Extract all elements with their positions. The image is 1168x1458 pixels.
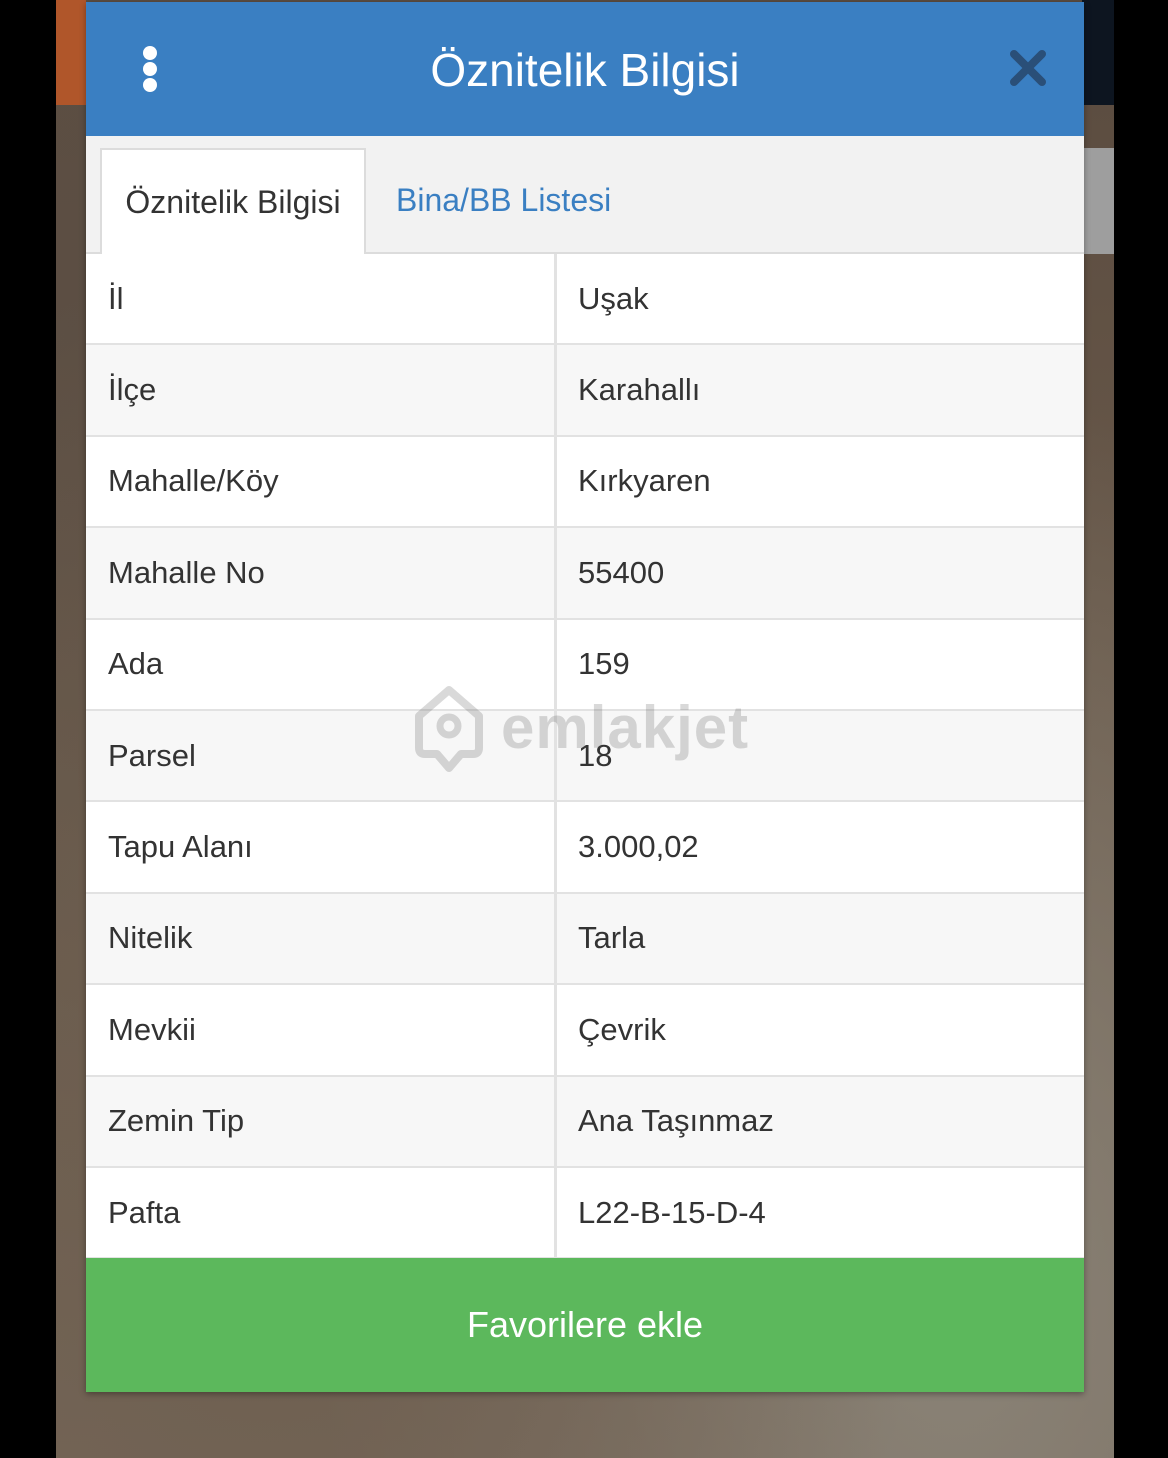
add-to-favorites-button[interactable]: Favorilere ekle <box>86 1258 1084 1392</box>
row-key: Tapu Alanı <box>108 829 253 865</box>
table-row: Zemin Tip Ana Taşınmaz <box>86 1076 1084 1168</box>
row-key: Mevkii <box>108 1011 196 1047</box>
dialog-title: Öznitelik Bilgisi <box>430 44 740 96</box>
row-value: Tarla <box>578 920 646 956</box>
row-value: Karahallı <box>578 372 701 408</box>
row-key: Zemin Tip <box>108 1103 245 1139</box>
attribute-info-dialog: Öznitelik Bilgisi Öznitelik Bilgisi Bina… <box>86 2 1084 1392</box>
map-edge-right <box>1082 0 1114 105</box>
close-icon[interactable] <box>1008 48 1048 88</box>
row-value: Kırkyaren <box>578 463 711 499</box>
row-value: 55400 <box>578 554 665 590</box>
tab-building-list[interactable]: Bina/BB Listesi <box>396 148 611 252</box>
row-key: Mahalle/Köy <box>108 463 279 499</box>
table-row: İl Uşak <box>86 254 1084 346</box>
table-row: Mahalle/Köy Kırkyaren <box>86 436 1084 529</box>
table-row: Nitelik Tarla <box>86 893 1084 986</box>
row-key: İl <box>108 280 124 316</box>
table-row: Parsel 18 <box>86 710 1084 803</box>
row-key: Parsel <box>108 737 196 773</box>
row-key: Mahalle No <box>108 554 265 590</box>
map-edge-left <box>56 0 86 105</box>
row-value: Çevrik <box>578 1011 666 1047</box>
row-key: İlçe <box>108 372 157 408</box>
table-row: Mevkii Çevrik <box>86 985 1084 1077</box>
row-value: 159 <box>578 646 630 682</box>
row-key: Ada <box>108 646 164 682</box>
row-value: 18 <box>578 737 613 773</box>
column-divider <box>554 254 557 1258</box>
row-key: Nitelik <box>108 920 193 956</box>
map-background: Öznitelik Bilgisi Öznitelik Bilgisi Bina… <box>56 0 1114 1458</box>
dialog-header: Öznitelik Bilgisi <box>86 2 1084 136</box>
tab-attribute-info[interactable]: Öznitelik Bilgisi <box>100 148 366 254</box>
table-row: İlçe Karahallı <box>86 345 1084 437</box>
row-key: Pafta <box>108 1194 181 1230</box>
row-value: Uşak <box>578 280 649 316</box>
table-row: Mahalle No 55400 <box>86 528 1084 620</box>
row-value: Ana Taşınmaz <box>578 1103 774 1139</box>
table-row: Tapu Alanı 3.000,02 <box>86 802 1084 894</box>
map-scrollbar[interactable] <box>1084 148 1114 254</box>
attribute-table: İl Uşak İlçe Karahallı Mahalle/Köy Kırky… <box>86 254 1084 1260</box>
tab-bar: Öznitelik Bilgisi Bina/BB Listesi <box>86 136 1084 254</box>
table-row: Pafta L22-B-15-D-4 <box>86 1167 1084 1260</box>
row-value: 3.000,02 <box>578 829 699 865</box>
row-value: L22-B-15-D-4 <box>578 1194 766 1230</box>
table-row: Ada 159 <box>86 619 1084 711</box>
